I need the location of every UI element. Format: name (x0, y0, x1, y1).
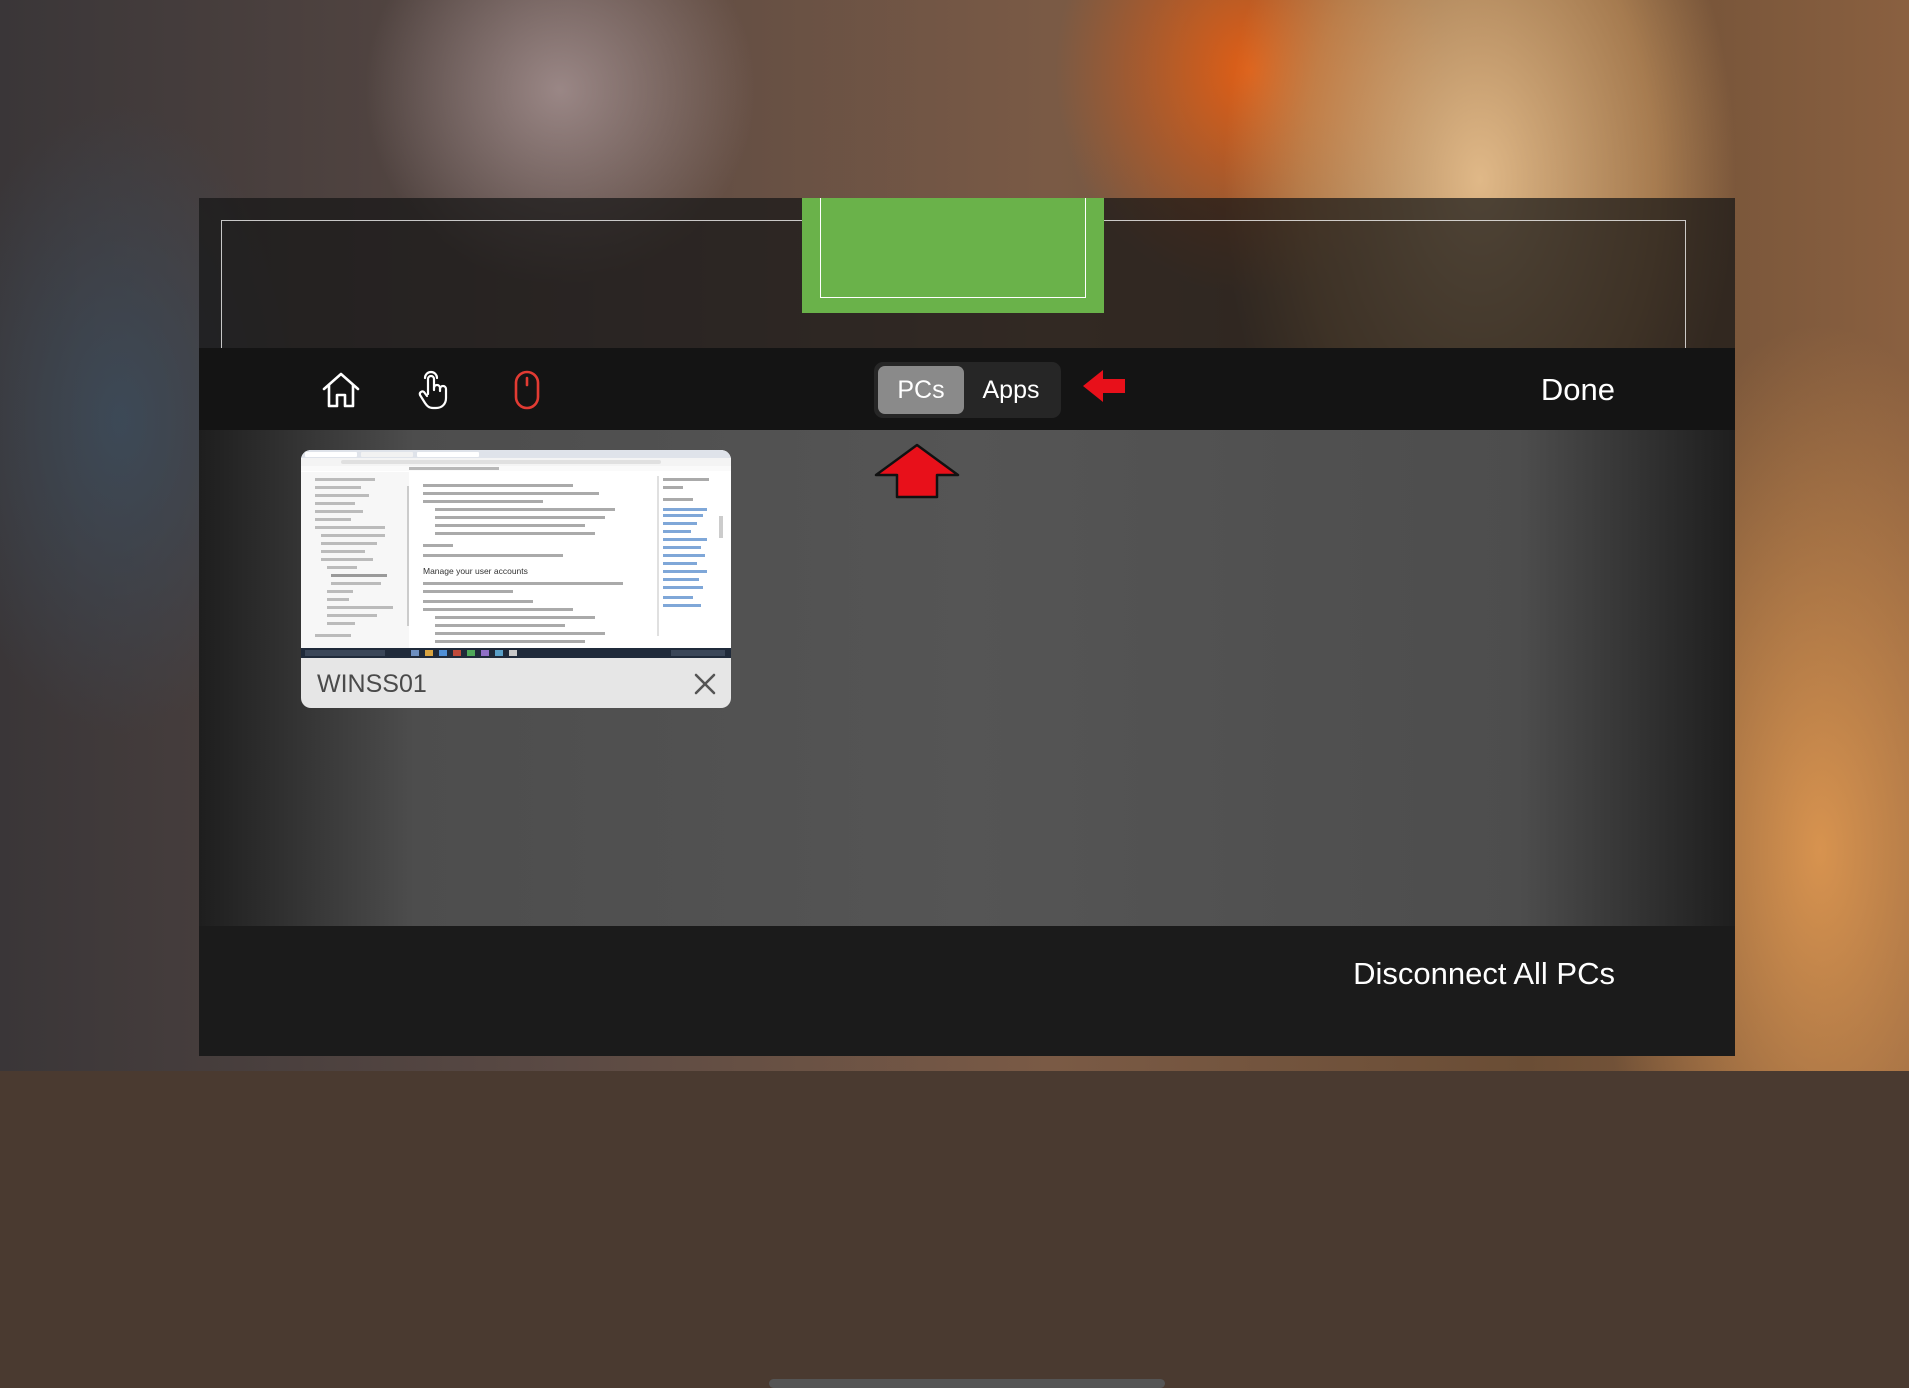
close-icon[interactable] (693, 672, 717, 696)
bottom-bar: Disconnect All PCs (199, 926, 1735, 1388)
pc-thumbnail: Manage your user accounts (301, 450, 731, 658)
tab-pcs[interactable]: PCs (878, 366, 964, 414)
disconnect-all-button[interactable]: Disconnect All PCs (1353, 952, 1615, 996)
highlight-box-inner (820, 198, 1086, 298)
arrow-up-annotation-icon (873, 442, 961, 500)
pcs-apps-segmented-control: PCs Apps (874, 362, 1061, 418)
done-button[interactable]: Done (1541, 368, 1615, 412)
highlight-box (802, 198, 1104, 313)
connection-center-panel: PCs Apps Done Manage your user accounts … (199, 348, 1735, 1388)
home-indicator (769, 1379, 1165, 1388)
toolbar: PCs Apps Done (199, 348, 1735, 430)
home-icon[interactable] (319, 368, 363, 412)
arrow-left-annotation-icon (1081, 366, 1127, 406)
touch-icon[interactable] (411, 368, 455, 412)
mouse-icon[interactable] (505, 368, 549, 412)
thumbnail-heading: Manage your user accounts (423, 566, 528, 576)
pc-name-label: WINSS01 (317, 670, 427, 698)
pc-tile[interactable]: Manage your user accounts WINSS01 (301, 450, 731, 708)
tab-apps[interactable]: Apps (966, 366, 1056, 414)
